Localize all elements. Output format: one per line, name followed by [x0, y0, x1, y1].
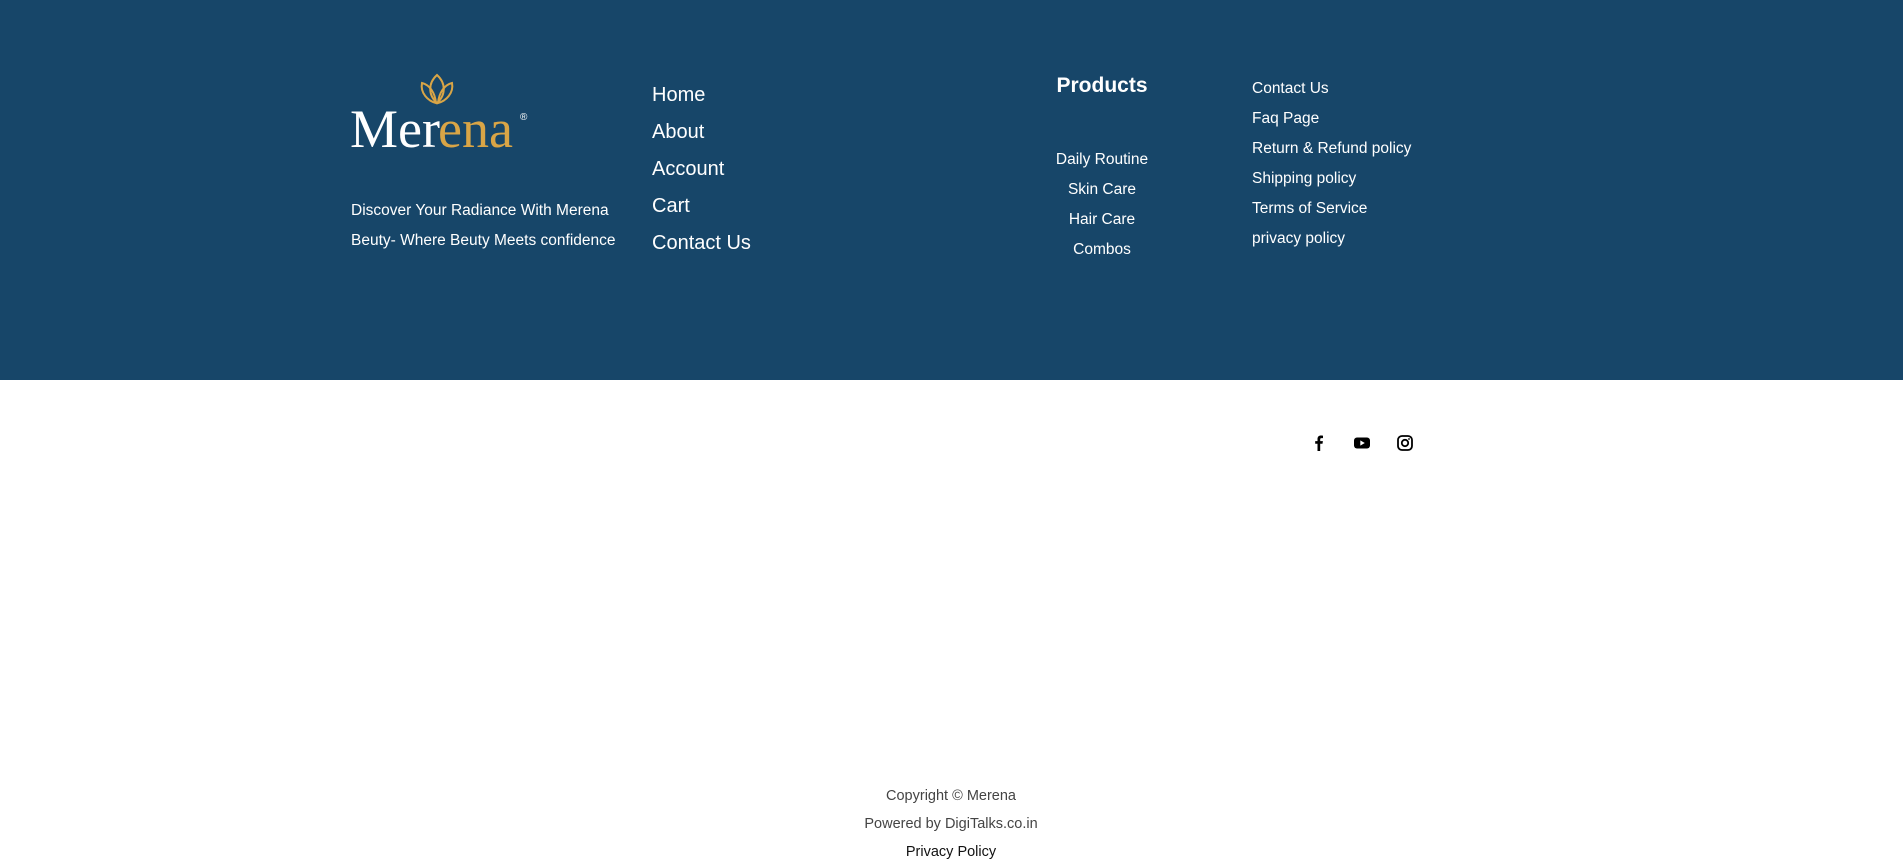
legal-link-contact-us[interactable]: Contact Us: [1252, 74, 1411, 104]
brand-tagline: Discover Your Radiance With Merena Beuty…: [351, 196, 651, 256]
facebook-icon[interactable]: [1310, 434, 1328, 452]
legal-link-faq[interactable]: Faq Page: [1252, 104, 1411, 134]
tagline-line-2: Beuty- Where Beuty Meets confidence: [351, 232, 616, 249]
registered-mark: ®: [520, 112, 528, 123]
tagline-line-1: Discover Your Radiance With Merena: [351, 202, 609, 219]
youtube-icon[interactable]: [1353, 434, 1371, 452]
logo-text-suffix: ena: [438, 99, 513, 153]
product-link-hair-care[interactable]: Hair Care: [1002, 205, 1202, 235]
merena-logo[interactable]: Mer ena ®: [350, 73, 530, 159]
products-heading: Products: [1056, 74, 1148, 97]
legal-link-shipping[interactable]: Shipping policy: [1252, 164, 1411, 194]
products-column: Products Daily Routine Skin Care Hair Ca…: [1002, 72, 1202, 265]
nav-link-contact-us[interactable]: Contact Us: [652, 225, 751, 262]
instagram-icon[interactable]: [1396, 434, 1414, 452]
footer-bottom-bar: Copyright © Merena Powered by DigiTalks.…: [0, 380, 1903, 860]
footer-main: Mer ena ® Discover Your Radiance With Me…: [0, 0, 1903, 380]
nav-link-home[interactable]: Home: [652, 77, 751, 114]
legal-links-column: Contact Us Faq Page Return & Refund poli…: [1252, 74, 1411, 254]
product-link-skin-care[interactable]: Skin Care: [1002, 175, 1202, 205]
logo-text-prefix: Mer: [350, 99, 440, 153]
nav-link-account[interactable]: Account: [652, 151, 751, 188]
merena-logo-graphic: Mer ena ®: [350, 73, 528, 159]
products-list: Daily Routine Skin Care Hair Care Combos: [1002, 145, 1202, 265]
nav-link-about[interactable]: About: [652, 114, 751, 151]
privacy-policy-link[interactable]: Privacy Policy: [851, 838, 1051, 866]
legal-link-return-refund[interactable]: Return & Refund policy: [1252, 134, 1411, 164]
legal-link-privacy[interactable]: privacy policy: [1252, 224, 1411, 254]
footer-nav: Home About Account Cart Contact Us: [652, 77, 751, 262]
copyright-block: Copyright © Merena Powered by DigiTalks.…: [851, 782, 1051, 866]
copyright-text: Copyright © Merena: [886, 788, 1016, 804]
legal-link-terms[interactable]: Terms of Service: [1252, 194, 1411, 224]
product-link-daily-routine[interactable]: Daily Routine: [1002, 145, 1202, 175]
social-links: [1310, 434, 1414, 452]
powered-by-text: Powered by DigiTalks.co.in: [864, 816, 1038, 832]
nav-link-cart[interactable]: Cart: [652, 188, 751, 225]
product-link-combos[interactable]: Combos: [1002, 235, 1202, 265]
